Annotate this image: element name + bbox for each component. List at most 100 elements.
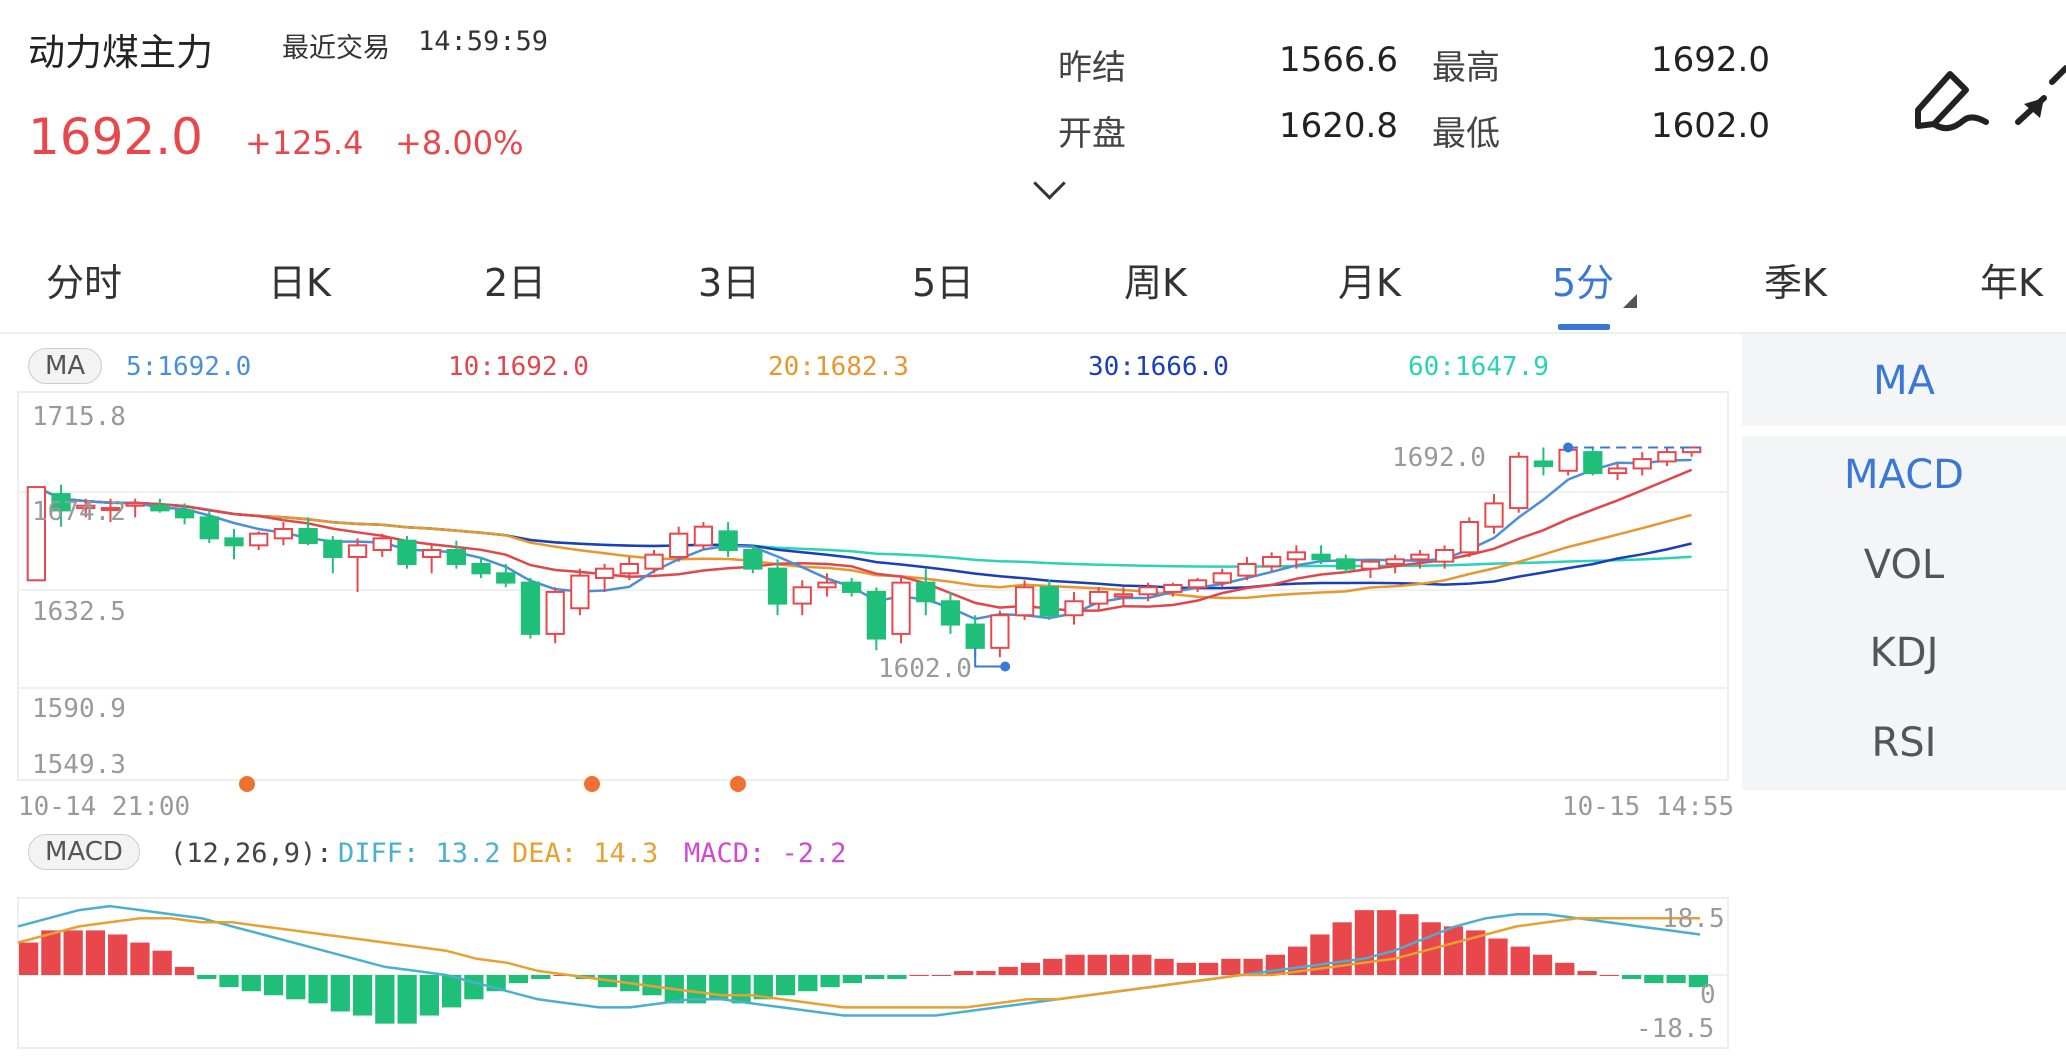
event-marker <box>239 776 255 792</box>
candle-down <box>965 623 985 649</box>
ma20-line <box>35 485 1692 600</box>
macd-bar-positive <box>1065 954 1085 975</box>
macd-bar-positive <box>1043 958 1063 975</box>
event-marker <box>584 776 600 792</box>
indicator-side-panel: MA MACD VOL KDJ RSI <box>1742 334 2066 790</box>
side-item-rsi[interactable]: RSI <box>1742 720 2066 766</box>
side-item-vol[interactable]: VOL <box>1742 542 2066 588</box>
side-item-kdj[interactable]: KDJ <box>1742 630 2066 676</box>
macd-bar-negative <box>375 975 395 1024</box>
macd-bar-positive <box>63 930 83 975</box>
candle-down <box>174 509 195 519</box>
candle-up <box>1558 448 1578 472</box>
macd-bar-negative <box>464 975 484 1000</box>
macd-bar-negative <box>352 975 373 1016</box>
candle-down <box>446 548 466 565</box>
candle-up <box>1163 583 1183 593</box>
candle-up <box>1286 551 1307 561</box>
candle-up <box>1138 586 1158 596</box>
time-axis-end: 10-15 14:55 <box>1562 792 1735 822</box>
candle-up <box>1632 458 1652 470</box>
candle-up <box>1509 455 1529 510</box>
macd-bar-negative <box>842 975 862 984</box>
macd-bar-positive <box>1555 962 1575 975</box>
macd-bar-positive <box>1109 954 1130 975</box>
side-item-ma[interactable]: MA <box>1742 358 2066 404</box>
candle-down <box>940 600 961 626</box>
candle-up <box>1064 600 1084 617</box>
candle-down <box>150 504 170 512</box>
macd-bar-positive <box>19 942 39 975</box>
macd-bar-positive <box>1087 954 1107 975</box>
candle-down <box>224 537 244 547</box>
macd-bar-positive <box>976 970 996 975</box>
macd-bar-negative <box>865 975 885 980</box>
candle-up <box>1187 579 1208 589</box>
macd-diff-value: DIFF: 13.2 <box>338 838 501 869</box>
macd-axis-label: 18.5 <box>1662 904 1725 934</box>
candle-up <box>1360 560 1381 570</box>
event-marker <box>730 776 746 792</box>
candle-up <box>1237 562 1257 577</box>
candle-up <box>1014 586 1035 617</box>
candle-up <box>422 548 442 558</box>
candle-down <box>916 581 936 603</box>
candle-down <box>1311 553 1331 561</box>
macd-bar-positive <box>1377 910 1397 975</box>
macd-bar-positive <box>1577 970 1597 975</box>
candle-up <box>273 528 294 540</box>
macd-bar-negative <box>1621 975 1642 980</box>
candle-up <box>1657 451 1677 463</box>
macd-bar-negative <box>887 975 907 980</box>
candle-up <box>1385 558 1405 565</box>
candle-up <box>1212 572 1232 584</box>
macd-bar-negative <box>1644 975 1664 984</box>
macd-bar-negative <box>775 975 796 996</box>
candle-up <box>1607 467 1628 475</box>
macd-bar-positive <box>108 934 128 975</box>
candle-up <box>347 544 368 558</box>
candle-down <box>520 581 541 635</box>
candle-up <box>891 581 911 635</box>
macd-bar-positive <box>909 975 929 976</box>
ma5-line <box>35 458 1692 621</box>
macd-bar-positive <box>152 950 172 975</box>
macd-axis-label: -18.5 <box>1636 1014 1715 1044</box>
price-axis-label: 1590.9 <box>32 694 126 724</box>
macd-bar-positive <box>931 975 952 976</box>
candle-up <box>644 553 664 570</box>
macd-bar-negative <box>1666 975 1686 984</box>
high-annotation: 1692.0 <box>1392 443 1486 473</box>
macd-bar-positive <box>1020 962 1041 975</box>
macd-indicator-pill[interactable]: MACD <box>28 834 140 870</box>
side-item-macd[interactable]: MACD <box>1742 452 2066 498</box>
macd-bar-positive <box>1154 958 1174 975</box>
candle-up <box>125 502 145 507</box>
candle-up <box>817 581 837 589</box>
macd-bar-negative <box>531 975 551 980</box>
candle-up <box>372 537 392 551</box>
candle-up <box>619 562 639 575</box>
candle-up <box>1262 555 1282 568</box>
macd-bar-positive <box>1221 958 1241 975</box>
macd-bar-positive <box>1599 975 1619 976</box>
macd-bar-positive <box>41 930 61 975</box>
candle-down <box>718 530 738 551</box>
macd-bar-positive <box>1532 954 1553 975</box>
side-separator <box>1742 426 2066 436</box>
low-annotation: 1602.0 <box>878 654 972 684</box>
candle-up <box>1113 593 1134 598</box>
candle-up <box>669 532 689 558</box>
candle-down <box>397 539 417 565</box>
macd-bar-negative <box>330 975 350 1012</box>
candle-down <box>471 562 491 575</box>
macd-bar-positive <box>1198 962 1219 975</box>
macd-bar-positive <box>1510 946 1530 975</box>
candle-up <box>1459 521 1479 554</box>
macd-bar-negative <box>820 975 840 988</box>
macd-bar-negative <box>286 975 306 1000</box>
candle-up <box>545 590 565 635</box>
macd-axis-label: 0 <box>1700 980 1716 1010</box>
price-axis-label: 1632.5 <box>32 597 126 627</box>
macd-dea-value: DEA: 14.3 <box>512 838 659 869</box>
